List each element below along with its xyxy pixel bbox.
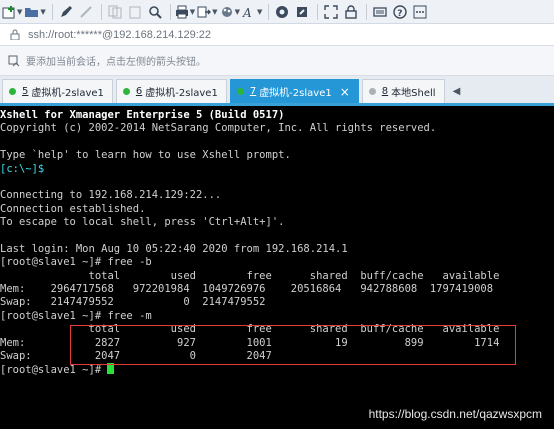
main-toolbar: ▼ ▼ ▼ ▼ ▼ A ▼ ? [0, 0, 554, 24]
xshell-icon[interactable] [273, 2, 291, 22]
chevron-left-icon[interactable]: ◀ [453, 86, 461, 97]
terminal-line: Connecting to 192.168.214.129:22... [0, 189, 222, 202]
connected-status-icon [9, 88, 16, 95]
color-scheme-icon[interactable]: ▼ [220, 2, 240, 22]
svg-text:A: A [242, 6, 252, 19]
toolbar-divider [100, 3, 102, 20]
terminal-line: Copyright (c) 2002-2014 NetSarang Comput… [0, 122, 437, 135]
toolbar-divider [366, 3, 368, 20]
open-folder-icon[interactable]: ▼ [24, 2, 46, 22]
tab-scroll-controls: ◀ [450, 79, 464, 103]
font-icon[interactable]: A ▼ [242, 2, 262, 22]
toolbar-divider [268, 3, 270, 20]
paste-icon[interactable] [126, 2, 144, 22]
xftp-icon[interactable] [293, 2, 311, 22]
address-lock-icon [10, 29, 20, 40]
terminal-prompt: [root@slave1 ~]# [0, 364, 108, 377]
terminal-line: To escape to local shell, press 'Ctrl+Al… [0, 216, 285, 229]
address-bar[interactable]: ssh://root:******@192.168.214.129:22 [0, 24, 554, 46]
tab-number: 5 [22, 86, 29, 97]
tab-local-shell[interactable]: 8 本地Shell [361, 79, 445, 103]
toolbar-divider [169, 3, 171, 20]
disconnect-icon[interactable] [77, 2, 95, 22]
tab-label: 虚拟机-2slave1 [145, 88, 218, 99]
terminal-line: Connection established. [0, 202, 146, 215]
terminal-line: [root@slave1 ~]# free -m [0, 309, 152, 322]
transfer-icon[interactable]: ▼ [197, 2, 218, 22]
lock-icon[interactable] [342, 2, 360, 22]
terminal-line: [c:\~]$ [0, 162, 45, 175]
tab-number: 7 [249, 86, 257, 97]
local-status-icon [368, 88, 376, 95]
terminal-line: Xshell for Xmanager Enterprise 5 (Build … [0, 109, 285, 121]
add-session-arrow-icon[interactable] [8, 55, 20, 67]
terminal-line: Swap: 2147479552 0 2147479552 [0, 296, 266, 309]
tab-number: 8 [381, 86, 389, 97]
tab-session-6[interactable]: 6 虚拟机-2slave1 [115, 79, 227, 103]
session-hint-bar: 要添加当前会话，点击左侧的箭头按钮。 [0, 46, 554, 76]
tab-session-7[interactable]: 7 虚拟机-2slave1 × [229, 79, 359, 103]
svg-text:?: ? [398, 9, 403, 19]
terminal-line: Mem: 2964717568 972201984 1049726976 205… [0, 283, 494, 296]
fullscreen-icon[interactable] [322, 2, 340, 22]
tab-session-5[interactable]: 5 虚拟机-2slave1 [2, 79, 113, 103]
find-icon[interactable] [146, 2, 164, 22]
terminal-line: [root@slave1 ~]# free -b [0, 256, 152, 269]
tab-label: 虚拟机-2slave1 [259, 88, 332, 99]
session-tab-bar: 5 虚拟机-2slave1 6 虚拟机-2slave1 7 虚拟机-2slave… [0, 76, 554, 106]
connected-status-icon [122, 88, 130, 95]
watermark-text: https://blog.csdn.net/qazwsxpcm [368, 407, 542, 421]
session-address[interactable]: ssh://root:******@192.168.214.129:22 [28, 29, 211, 41]
toolbar-divider [317, 3, 319, 20]
print-icon[interactable]: ▼ [175, 2, 195, 22]
new-session-icon[interactable]: ▼ [2, 2, 22, 22]
terminal-line: Last login: Mon Aug 10 05:22:40 2020 fro… [0, 242, 348, 255]
help-icon[interactable]: ? [391, 2, 409, 22]
tab-number: 6 [135, 86, 143, 97]
tab-label: 虚拟机-2slave1 [31, 88, 104, 99]
terminal-prompt-line: [root@slave1 ~]# [0, 363, 554, 376]
terminal-output[interactable]: Xshell for Xmanager Enterprise 5 (Build … [0, 106, 554, 429]
terminal-cursor [107, 363, 115, 375]
more-icon[interactable] [411, 2, 429, 22]
copy-icon[interactable] [106, 2, 124, 22]
terminal-line: Type `help' to learn how to use Xshell p… [0, 149, 291, 162]
terminal-line: total used free shared buff/cache availa… [0, 269, 500, 282]
edit-pen-icon[interactable] [57, 2, 75, 22]
keyboard-icon[interactable] [371, 2, 389, 22]
toolbar-divider [51, 3, 53, 20]
hint-text: 要添加当前会话，点击左侧的箭头按钮。 [26, 57, 206, 68]
connected-status-icon [236, 88, 244, 95]
highlight-annotation-box [70, 325, 516, 365]
tab-label: 本地Shell [391, 88, 436, 99]
close-icon[interactable]: × [340, 85, 350, 99]
